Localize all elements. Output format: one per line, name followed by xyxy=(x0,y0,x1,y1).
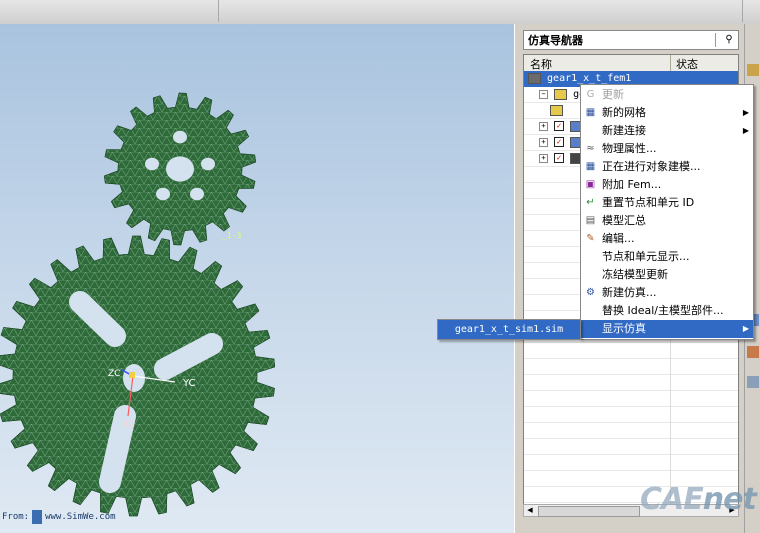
checkbox-icon[interactable]: ✓ xyxy=(554,153,565,163)
toolbar-segment xyxy=(218,0,743,22)
menu-item[interactable]: 冻结模型更新 xyxy=(581,266,753,284)
expander-icon[interactable]: + xyxy=(539,137,548,147)
column-name-header[interactable]: 名称 xyxy=(530,56,552,72)
watermark-prefix: From: xyxy=(2,512,30,522)
tree-row-label: gear1_x_t_fem1 xyxy=(547,73,632,84)
resource-tab-icon[interactable] xyxy=(747,376,759,388)
menu-item-label: 模型汇总 xyxy=(602,214,646,227)
column-status-header[interactable]: 状态 xyxy=(676,56,698,72)
menu-item[interactable]: 节点和单元显示... xyxy=(581,248,753,266)
gear-hole xyxy=(166,156,194,182)
checkbox-icon[interactable]: ✓ xyxy=(554,121,565,131)
simwe-watermark: From: www.SimWe.com xyxy=(2,510,116,524)
resource-tab-icon[interactable] xyxy=(747,64,759,76)
expander-icon[interactable]: + xyxy=(539,153,548,163)
mesh-collector-icon xyxy=(550,104,563,116)
folder-icon xyxy=(554,88,568,100)
menu-item-label: 节点和单元显示... xyxy=(602,250,690,263)
submenu-arrow-icon: ▶ xyxy=(742,126,749,135)
submenu-item-label: gear1_x_t_sim1.sim xyxy=(454,324,564,335)
scroll-left-icon[interactable]: ◀ xyxy=(524,505,536,516)
menu-item-label: 重置节点和单元 ID xyxy=(602,196,695,209)
menu-item[interactable]: ✎ 编辑... xyxy=(581,230,753,248)
menu-item-label: 新建连接 xyxy=(602,124,646,137)
menu-item[interactable]: ▦ 正在进行对象建模... xyxy=(581,158,753,176)
model-summary-icon: ▤ xyxy=(585,215,596,226)
yc-label: YC xyxy=(182,378,196,389)
navigator-title-bar: 仿真导航器 ⚲ xyxy=(523,30,739,50)
watermark-site: www.SimWe.com xyxy=(45,512,116,522)
submenu-arrow-icon: ▶ xyxy=(742,108,749,117)
gear-hole xyxy=(201,157,215,171)
menu-item[interactable]: ▦ 新的网格 ▶ xyxy=(581,104,753,122)
menu-item[interactable]: ↵ 重置节点和单元 ID xyxy=(581,194,753,212)
zc-label: ZC xyxy=(108,369,120,379)
toolbar-segment xyxy=(0,0,219,22)
menu-item-label: 编辑... xyxy=(602,232,635,245)
mesh-annotation: _1-3 xyxy=(222,231,241,240)
renumber-icon: ↵ xyxy=(586,197,595,208)
menu-item[interactable]: ⚙ 新建仿真... xyxy=(581,284,753,302)
menu-item[interactable]: 替换 Ideal/主模型部件... xyxy=(581,302,753,320)
large-gear xyxy=(0,235,276,517)
menu-item[interactable]: ≈ 物理属性... xyxy=(581,140,753,158)
scroll-thumb[interactable] xyxy=(538,506,640,517)
navigator-title: 仿真导航器 xyxy=(528,34,583,47)
menu-item-label: 显示仿真 xyxy=(602,322,646,335)
menu-item-label: 替换 Ideal/主模型部件... xyxy=(602,304,724,317)
menu-item[interactable]: ▣ 附加 Fem... xyxy=(581,176,753,194)
menu-item-label: 冻结模型更新 xyxy=(602,268,668,281)
menu-item: G 更新 xyxy=(581,86,753,104)
context-menu: G 更新 ▦ 新的网格 ▶ 新建连接 ▶ ≈ 物理属性... ▦ 正在进行对象建模... ▣ 附加 Fe… xyxy=(580,84,754,340)
menu-item-label: 新建仿真... xyxy=(602,286,657,299)
submenu-arrow-icon: ▶ xyxy=(742,324,749,333)
origin-marker xyxy=(129,372,135,378)
submenu-sim-file[interactable]: gear1_x_t_sim1.sim xyxy=(437,319,581,340)
xc-label: XC xyxy=(123,420,135,430)
attach-fem-icon: ▣ xyxy=(585,179,596,190)
checkbox-icon[interactable]: ✓ xyxy=(554,137,565,147)
expander-icon[interactable]: − xyxy=(539,89,548,99)
graphics-viewport[interactable]: YC XC ZC _1-3 From: www.SimWe.com xyxy=(0,24,514,533)
caenet-logo: CAEnet xyxy=(640,482,757,517)
edit-icon: ✎ xyxy=(586,233,595,244)
resource-tab-icon[interactable] xyxy=(747,346,759,358)
update-icon: G xyxy=(586,89,595,100)
physical-properties-icon: ≈ xyxy=(586,143,595,154)
fem-file-icon xyxy=(528,72,541,84)
modeling-objects-icon: ▦ xyxy=(585,161,596,172)
simwe-logo-icon xyxy=(32,510,43,524)
menu-item[interactable]: 显示仿真 ▶ xyxy=(581,320,753,338)
menu-item-label: 新的网格 xyxy=(602,106,646,119)
gear-hole xyxy=(156,187,170,201)
top-toolbar xyxy=(0,0,760,25)
pin-icon[interactable]: ⚲ xyxy=(722,33,736,47)
menu-item-label: 物理属性... xyxy=(602,142,657,155)
gear-hole xyxy=(190,187,204,201)
mesh-icon: ▦ xyxy=(585,107,596,118)
gear-model-view[interactable]: YC XC ZC _1-3 xyxy=(0,24,514,533)
gear-hole xyxy=(145,157,159,171)
menu-item-label: 更新 xyxy=(602,88,624,101)
expander-icon[interactable]: + xyxy=(539,121,548,131)
small-gear xyxy=(103,92,257,246)
menu-item[interactable]: ▤ 模型汇总 xyxy=(581,212,753,230)
menu-item[interactable]: 新建连接 ▶ xyxy=(581,122,753,140)
gear-hole xyxy=(173,130,187,144)
menu-item-label: 附加 Fem... xyxy=(602,178,662,191)
menu-item-label: 正在进行对象建模... xyxy=(602,160,701,173)
new-simulation-icon: ⚙ xyxy=(586,287,595,298)
tree-header: 名称 状态 xyxy=(524,55,738,72)
